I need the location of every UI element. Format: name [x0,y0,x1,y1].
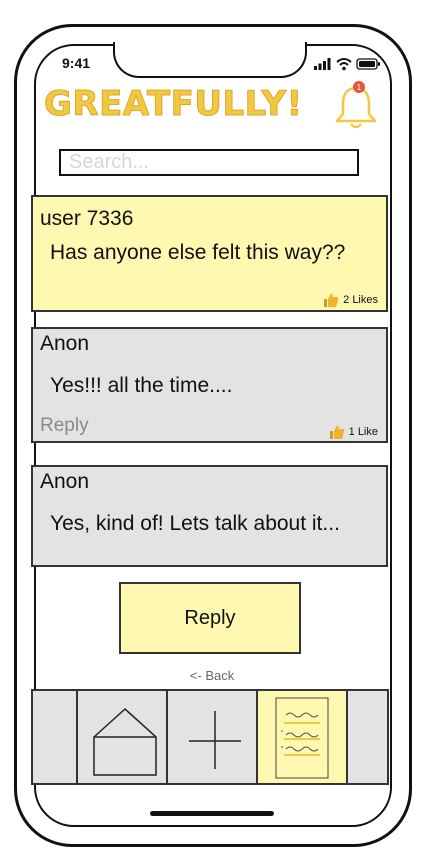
wifi-icon [336,58,352,71]
reply-card[interactable]: Anon Yes!!! all the time.... Reply 1 Lik… [31,327,388,443]
post-author: Anon [40,332,90,355]
post-text: Has anyone else felt this way?? [50,241,346,264]
reply-button[interactable]: Reply [119,582,301,654]
post-author: Anon [40,470,90,493]
battery-icon [356,58,380,70]
app-title: GREATFULLY! [44,84,303,125]
reply-card[interactable]: Anon Yes, kind of! Lets talk about it... [31,465,388,567]
like-count: 2 Likes [343,294,378,306]
search-input[interactable] [59,149,359,176]
post-card[interactable]: user 7336 Has anyone else felt this way?… [31,195,388,312]
plus-icon [189,711,241,769]
nav-spacer-right [348,691,387,783]
bell-icon[interactable]: 1 [330,80,382,132]
nav-add[interactable] [168,691,258,783]
back-link[interactable]: <- Back [0,668,424,683]
home-icon [93,707,157,776]
like-button[interactable]: 1 Like [329,424,378,440]
like-count: 1 Like [348,426,378,438]
like-button[interactable]: 2 Likes [323,292,378,308]
post-text: Yes, kind of! Lets talk about it... [50,512,340,535]
thumbs-up-icon [329,425,344,439]
status-icons [314,58,380,71]
post-text: Yes!!! all the time.... [50,374,233,397]
post-author: user 7336 [40,207,134,230]
phone-notch [113,42,307,78]
thumbs-up-icon [324,293,339,307]
signal-icon [314,58,331,70]
nav-notes[interactable] [258,691,348,783]
nav-spacer-left [33,691,78,783]
status-time: 9:41 [62,55,91,71]
notes-icon [275,697,329,779]
notification-count: 1 [357,83,362,92]
nav-home[interactable] [78,691,168,783]
bottom-nav [31,689,389,785]
inline-reply-link[interactable]: Reply [40,415,89,437]
home-indicator[interactable] [150,811,274,816]
